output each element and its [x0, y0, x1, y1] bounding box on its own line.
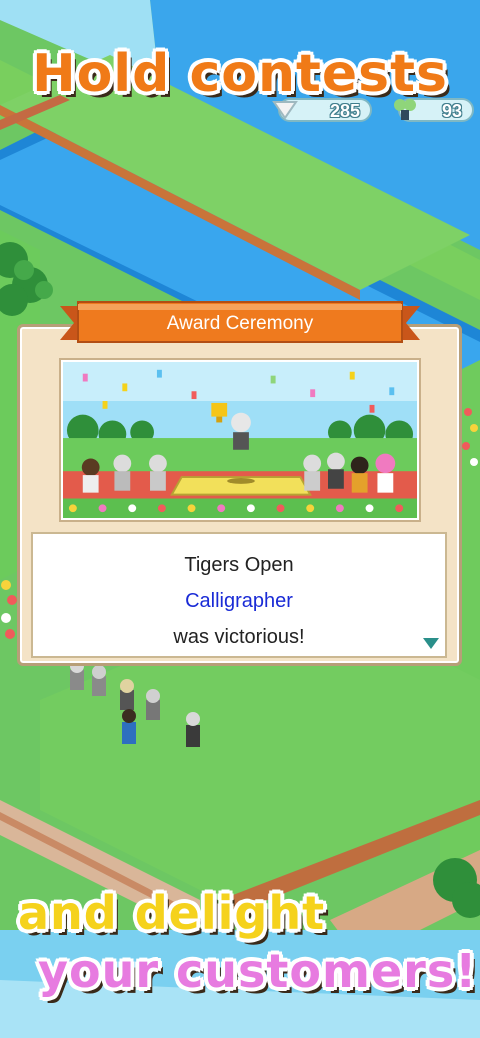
fans-value: 93	[441, 101, 462, 121]
fans-counter: 93	[394, 98, 474, 122]
headline-bottom-line1: and delight	[18, 886, 326, 940]
headline-bottom-line2: your customers!	[38, 944, 478, 998]
next-arrow-icon[interactable]	[423, 638, 439, 650]
hearts-value: 285	[329, 101, 360, 121]
award-ceremony-image	[61, 360, 419, 520]
winner-name: Calligrapher	[185, 590, 293, 612]
heart-icon	[272, 101, 298, 120]
award-title: Award Ceremony	[166, 313, 314, 334]
result-text: was victorious!	[173, 626, 305, 648]
fans-icon	[394, 99, 416, 120]
contest-name: Tigers Open	[184, 554, 294, 576]
headline-top: Hold contests	[32, 44, 448, 104]
hearts-counter: 285	[272, 98, 372, 122]
award-message-box[interactable]: Tigers Open Calligrapher was victorious!	[31, 532, 447, 658]
